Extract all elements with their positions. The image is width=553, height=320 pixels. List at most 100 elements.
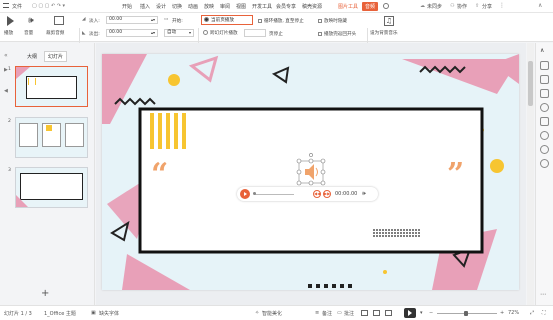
share-button[interactable]: 分享: [482, 3, 492, 10]
zoom-slider-knob[interactable]: [464, 311, 468, 316]
rewind-checkbox[interactable]: 播放完返回开头: [318, 31, 356, 37]
fade-out-field[interactable]: 00.00 ▴▾: [106, 29, 158, 37]
notes-button[interactable]: 备注: [322, 310, 332, 317]
zoom-in-icon[interactable]: +: [500, 310, 504, 316]
current-page-play-option[interactable]: 当前页播放: [201, 15, 253, 25]
help-icon[interactable]: [540, 131, 549, 140]
cross-slide-play-option[interactable]: 跨幻灯片播放: [203, 30, 238, 36]
menu-item-animation[interactable]: 动画: [188, 3, 198, 10]
stepper-icon[interactable]: ▴▾: [151, 17, 155, 23]
menu-item-review[interactable]: 审阅: [220, 3, 230, 10]
music-note-icon: ♫: [384, 16, 394, 26]
menu-item-design[interactable]: 设计: [156, 3, 166, 10]
hamburger-icon[interactable]: [3, 3, 9, 8]
slide-thumbnail-1[interactable]: [15, 66, 88, 107]
stop-page-field[interactable]: [244, 29, 266, 37]
missing-font-link[interactable]: 缺失字体: [99, 310, 119, 317]
loop-play-checkbox[interactable]: 循环播放, 直至停止: [258, 18, 304, 24]
volume-button[interactable]: 🕪 音量: [24, 16, 40, 40]
collapse-ribbon-icon[interactable]: ∧: [538, 2, 542, 9]
menu-item-picture-tools[interactable]: 图片工具: [338, 3, 358, 10]
layers-icon[interactable]: [540, 89, 549, 98]
start-label: 开始:: [172, 19, 183, 24]
start-select[interactable]: 自动 ▾: [164, 29, 194, 37]
settings-icon[interactable]: [540, 159, 549, 168]
unsync-status[interactable]: 未同步: [427, 3, 442, 10]
play-button[interactable]: 播放: [4, 16, 18, 40]
location-icon[interactable]: [540, 145, 549, 154]
thumb-stripes: [28, 78, 36, 85]
progress-knob[interactable]: [253, 192, 256, 195]
slide-thumbnail-2[interactable]: [15, 117, 88, 158]
hide-when-play-checkbox[interactable]: 放映时隐藏: [318, 18, 347, 24]
menu-item-slideshow[interactable]: 放映: [204, 3, 214, 10]
zoom-level[interactable]: 72%: [508, 310, 519, 316]
collab-button[interactable]: 协作: [457, 3, 467, 10]
more-icon[interactable]: ⋯: [540, 291, 549, 300]
shape-icon[interactable]: [540, 61, 549, 70]
set-background-music-button[interactable]: ♫ 设为背景音乐: [370, 16, 410, 40]
reading-view-icon[interactable]: [385, 310, 392, 316]
menu-item-developer[interactable]: 开发工具: [252, 3, 272, 10]
add-slide-button[interactable]: +: [41, 288, 49, 299]
rewind-button[interactable]: ◀◀: [313, 190, 321, 198]
style-icon[interactable]: [540, 75, 549, 84]
collapse-icon[interactable]: ∧: [540, 47, 549, 56]
speaker-icon: ◀: [4, 88, 8, 94]
play-icon: [244, 191, 247, 196]
checkbox: [258, 19, 262, 23]
menu-item-insert[interactable]: 插入: [140, 3, 150, 10]
smart-beautify-button[interactable]: 智能美化: [262, 310, 282, 317]
properties-icon[interactable]: [540, 117, 549, 126]
zoom-out-icon[interactable]: −: [429, 310, 433, 316]
fade-in-field[interactable]: 00.00 ▴▾: [106, 16, 158, 24]
menu-item-home[interactable]: 开始: [122, 3, 132, 10]
speaker-icon: 🕪: [28, 16, 34, 26]
slide-number: 2: [8, 119, 11, 124]
fade-in-value: 00.00: [109, 17, 123, 22]
fullscreen-icon[interactable]: ⛶: [542, 310, 546, 316]
cross-slide-play-label: 跨幻灯片播放: [210, 31, 238, 36]
thumb-card: [19, 123, 38, 147]
volume-label: 音量: [24, 31, 34, 36]
stepper-icon[interactable]: ▴▾: [151, 30, 155, 36]
slide-sorter-icon[interactable]: [373, 310, 380, 316]
animation-icon[interactable]: [540, 103, 549, 112]
slideshow-button[interactable]: [404, 308, 416, 318]
menu-item-transition[interactable]: 切换: [172, 3, 182, 10]
player-play-button[interactable]: [240, 189, 250, 199]
page-stop-label: 页停止: [269, 32, 283, 37]
slide-number: 1: [8, 67, 11, 72]
menu-item-resources[interactable]: 稿壳资源: [302, 3, 322, 10]
scroll-thumb[interactable]: [528, 61, 533, 106]
more-icon[interactable]: ⋮: [499, 2, 505, 9]
thumb-frame: [20, 173, 83, 200]
slideshow-options-icon[interactable]: ▾: [420, 310, 423, 316]
menu-file[interactable]: 文件: [12, 3, 22, 10]
comments-button[interactable]: 批注: [344, 310, 354, 317]
time-display: 00:00.00: [335, 191, 358, 197]
search-icon[interactable]: [383, 3, 389, 9]
set-bg-music-label: 设为背景音乐: [370, 31, 398, 36]
tab-outline[interactable]: 大纲: [27, 53, 37, 60]
progress-track[interactable]: [254, 193, 294, 195]
fit-window-icon[interactable]: ⤢: [530, 310, 534, 316]
play-label: 播放: [4, 31, 14, 36]
slide-thumbnail-3[interactable]: [15, 167, 88, 208]
slide[interactable]: “ ” ◀◀ ▶▶ 00:00.00 🕪: [102, 54, 519, 290]
menu-item-member[interactable]: 会员专享: [276, 3, 296, 10]
volume-icon[interactable]: 🕪: [362, 190, 366, 198]
collapse-panel-icon[interactable]: «: [4, 52, 8, 59]
normal-view-icon[interactable]: [361, 310, 368, 316]
menu-item-view[interactable]: 视图: [236, 3, 246, 10]
vertical-scrollbar[interactable]: [527, 43, 534, 305]
rewind-label: 播放完返回开头: [324, 32, 357, 37]
forward-button[interactable]: ▶▶: [323, 190, 331, 198]
tab-slides[interactable]: 幻灯片: [44, 51, 68, 62]
quick-access-icons[interactable]: ▢ ▢ ▢ ↶ ↷ ▾: [32, 3, 65, 9]
fade-out-icon: ◣: [82, 31, 86, 36]
slide-number: 3: [8, 168, 11, 173]
theme-name[interactable]: 1_Office 主题: [44, 310, 76, 317]
trim-audio-button[interactable]: 裁剪音频: [46, 16, 74, 40]
menu-item-audio[interactable]: 音频: [362, 2, 379, 11]
